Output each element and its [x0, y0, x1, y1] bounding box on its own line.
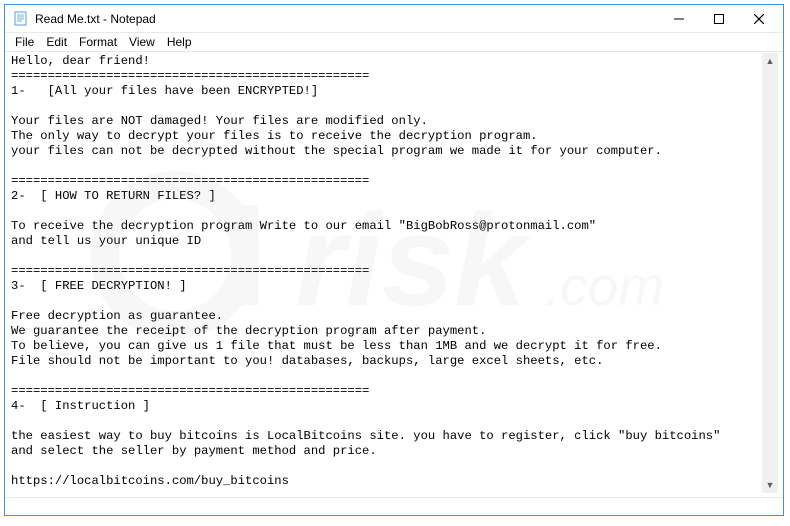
scroll-up-arrow[interactable]: ▲ — [762, 53, 778, 69]
window-controls — [659, 6, 779, 32]
window-title: Read Me.txt - Notepad — [35, 12, 659, 26]
text-content[interactable]: Hello, dear friend! ====================… — [5, 52, 783, 497]
menu-format[interactable]: Format — [73, 34, 123, 50]
maximize-button[interactable] — [699, 6, 739, 32]
menu-help[interactable]: Help — [161, 34, 198, 50]
titlebar[interactable]: Read Me.txt - Notepad — [5, 5, 783, 33]
close-button[interactable] — [739, 6, 779, 32]
vertical-scrollbar[interactable]: ▲ ▼ — [762, 53, 778, 493]
scroll-down-arrow[interactable]: ▼ — [762, 477, 778, 493]
menu-edit[interactable]: Edit — [40, 34, 73, 50]
notepad-window: Read Me.txt - Notepad File Edit Format V… — [4, 4, 784, 516]
notepad-icon — [13, 11, 29, 27]
minimize-button[interactable] — [659, 6, 699, 32]
menu-file[interactable]: File — [9, 34, 40, 50]
menu-view[interactable]: View — [123, 34, 161, 50]
menubar: File Edit Format View Help — [5, 33, 783, 52]
statusbar — [5, 497, 783, 515]
